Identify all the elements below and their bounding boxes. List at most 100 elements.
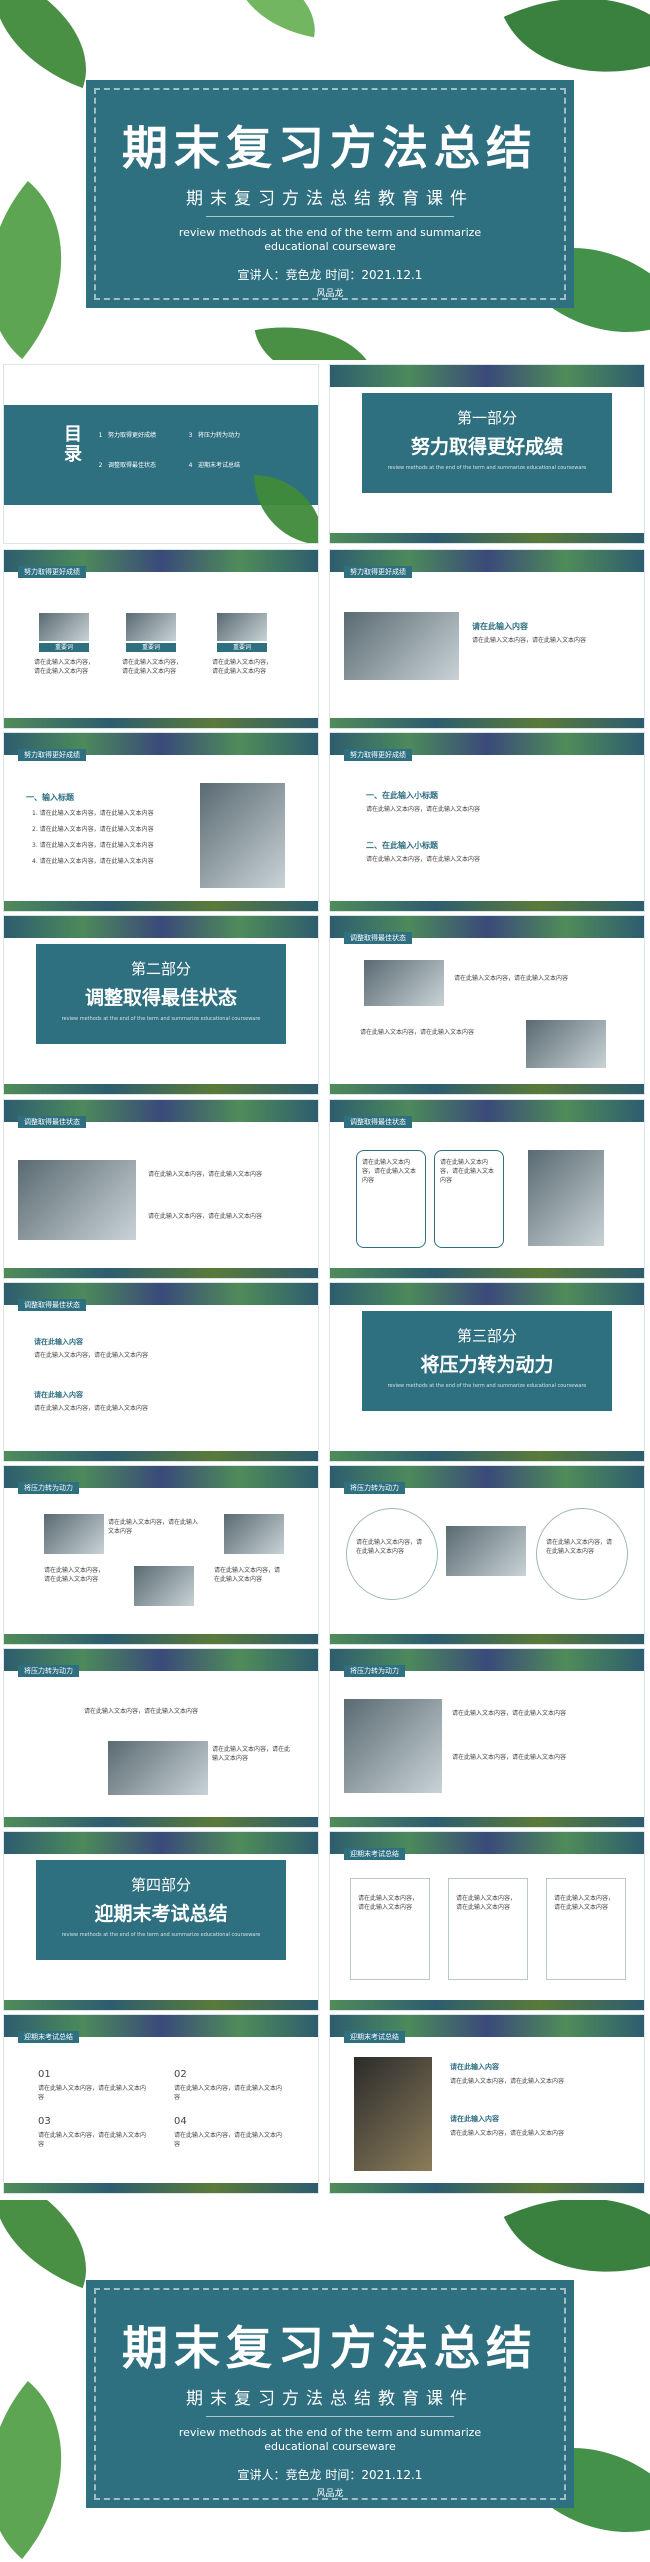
section-part: 第三部分 [456,1327,517,1345]
leaf-band-bottom [4,1084,318,1094]
slide-header: 调整取得最佳状态 [344,932,412,944]
leaf-decoration [0,2200,111,2289]
toc-num-2: 2 [96,461,105,470]
section-part: 第二部分 [130,960,191,978]
content-slide: 将压力转为动力 请在此输入文本内容，请在此输入文本内容 请在此输入文本内容，请在… [4,1649,318,1827]
leaf-band-bottom [330,901,644,911]
content-slide: 努力取得更好成绩 请在此输入内容 请在此输入文本内容，请在此输入文本内容 [330,550,644,728]
content-slide: 迎期末考试总结 01 请在此输入文本内容，请在此输入文本内容 02 请在此输入文… [4,2015,318,2193]
photo [446,1526,526,1576]
section-part: 第一部分 [456,409,517,427]
content-heading: 请在此输入内容 [450,2063,499,2071]
section-4-slide: 第四部分 迎期末考试总结 review methods at the end o… [4,1832,318,2010]
toc-num-3: 3 [186,431,195,440]
body-text: 请在此输入文本内容，请在此输入文本内容 [214,1567,281,1583]
slide-header: 调整取得最佳状态 [18,1299,86,1311]
body-text: 请在此输入文本内容，请在此输入文本内容 [84,1708,199,1715]
body-text: 请在此输入文本内容，请在此输入文本内容 [38,2132,147,2148]
section-en: review methods at the end of the term an… [387,465,587,471]
section-en: review methods at the end of the term an… [61,1016,261,1022]
leaf-band [330,365,644,387]
leaf-band-bottom [4,1817,318,1827]
keyword-tag: 重要词 [126,643,176,652]
leaf-band-bottom [4,901,318,911]
body-text: 请在此输入文本内容，请在此输入文本内容 [450,2078,565,2085]
body-text: 请在此输入文本内容，请在此输入文本内容 [108,1519,199,1535]
leaf-band-bottom [330,1451,644,1461]
body-text: 请在此输入文本内容，请在此输入文本内容 [174,2085,283,2101]
section-part: 第四部分 [130,1876,191,1894]
speaker-line: 宣讲人：竞色龙 时间：2021.12.1 [237,268,423,282]
section-box: 第一部分 努力取得更好成绩 review methods at the end … [362,393,612,493]
cover-title: 期末复习方法总结 [122,121,538,175]
content-heading: 请在此输入内容 [34,1338,83,1346]
leaf-band [330,1283,644,1305]
slide-header: 将压力转为动力 [344,1665,405,1677]
photo [364,960,444,1006]
list-item: 2. 请在此输入文本内容，请在此输入文本内容 [32,826,154,833]
toc-slide: 目录 1 努力取得更好成绩 3 将压力转为动力 2 调整取得最佳状态 4 迎期末… [4,365,318,543]
body-text: 请在此输入文本内容，请在此输入文本内容 [554,1895,615,1911]
photo [108,1741,208,1795]
body-text: 请在此输入文本内容，请在此输入文本内容 [44,1567,105,1583]
photo [224,1514,284,1554]
body-text: 请在此输入文本内容，请在此输入文本内容 [360,1029,475,1036]
keyword-tag: 重要词 [39,643,89,652]
slide-header: 迎期末考试总结 [344,2031,405,2043]
building-photo [344,1699,442,1793]
leaf-band-bottom [4,2000,318,2010]
body-text: 请在此输入文本内容，请在此输入文本内容 [546,1539,613,1555]
cover-title: 期末复习方法总结 [122,2321,538,2375]
list-item: 3. 请在此输入文本内容，请在此输入文本内容 [32,842,154,849]
title-panel: 期末复习方法总结 期末复习方法总结教育课件 review methods at … [86,2280,574,2508]
slide-header: 努力取得更好成绩 [18,566,86,578]
section-title: 迎期末考试总结 [94,1903,228,1925]
photo [528,1150,604,1246]
keyword-tag: 重要词 [217,643,267,652]
leaf-decoration [0,0,111,89]
divider [206,2416,454,2417]
subheading: 一、在此输入小标题 [366,791,438,800]
content-slide: 努力取得更好成绩 一、在此输入小标题 请在此输入文本内容，请在此输入文本内容 二… [330,733,644,911]
leaf-band-bottom [330,1084,644,1094]
content-slide: 将压力转为动力 请在此输入文本内容，请在此输入文本内容 请在此输入文本内容，请在… [4,1466,318,1644]
photo [526,1020,606,1068]
body-text: 请在此输入文本内容，请在此输入文本内容 [122,659,183,675]
slide-header: 努力取得更好成绩 [344,566,412,578]
section-title: 将压力转为动力 [420,1354,554,1376]
body-text: 请在此输入文本内容，请在此输入文本内容 [148,1171,263,1178]
slide-header: 努力取得更好成绩 [344,749,412,761]
leaf-band-bottom [330,533,644,543]
section-title: 调整取得最佳状态 [84,987,237,1009]
content-heading: 请在此输入内容 [472,622,528,631]
photo [39,613,89,641]
body-text: 请在此输入文本内容，请在此输入文本内容 [456,1895,517,1911]
content-slide: 调整取得最佳状态 请在此输入文本内容，请在此输入文本内容 请在此输入文本内容，请… [330,1100,644,1278]
content-heading: 请在此输入内容 [450,2115,499,2123]
body-text: 请在此输入文本内容，请在此输入文本内容 [452,1710,567,1717]
leaf-band-bottom [330,2183,644,2193]
brand-logo: 风品龙 [316,289,344,299]
city-photo [18,1160,136,1240]
number-label: 03 [38,2116,51,2127]
leaf-band-bottom [330,1634,644,1644]
brand-logo: 风品龙 [316,2489,344,2499]
body-text: 请在此输入文本内容，请在此输入文本内容 [212,1746,291,1762]
title-panel: 期末复习方法总结 期末复习方法总结教育课件 review methods at … [86,80,574,308]
content-slide: 调整取得最佳状态 请在此输入内容 请在此输入文本内容，请在此输入文本内容 请在此… [4,1283,318,1461]
cover-english: review methods at the end of the term an… [178,2426,482,2453]
slide-header: 努力取得更好成绩 [18,749,86,761]
body-text: 请在此输入文本内容，请在此输入文本内容 [148,1213,263,1220]
body-text: 请在此输入文本内容，请在此输入文本内容 [454,975,569,982]
leaf-band-bottom [4,2183,318,2193]
body-text: 请在此输入文本内容，请在此输入文本内容 [212,659,273,675]
section-en: review methods at the end of the term an… [387,1383,587,1389]
toc-item-4: 迎期末考试总结 [198,462,241,469]
section-2-slide: 第二部分 调整取得最佳状态 review methods at the end … [4,916,318,1094]
slide-header: 迎期末考试总结 [344,1848,405,1860]
body-text: 请在此输入文本内容，请在此输入文本内容 [366,806,481,813]
photo [126,613,176,641]
leaf-band-bottom [330,718,644,728]
cover-subtitle: 期末复习方法总结教育课件 [186,189,474,209]
leaf-band-bottom [330,1817,644,1827]
